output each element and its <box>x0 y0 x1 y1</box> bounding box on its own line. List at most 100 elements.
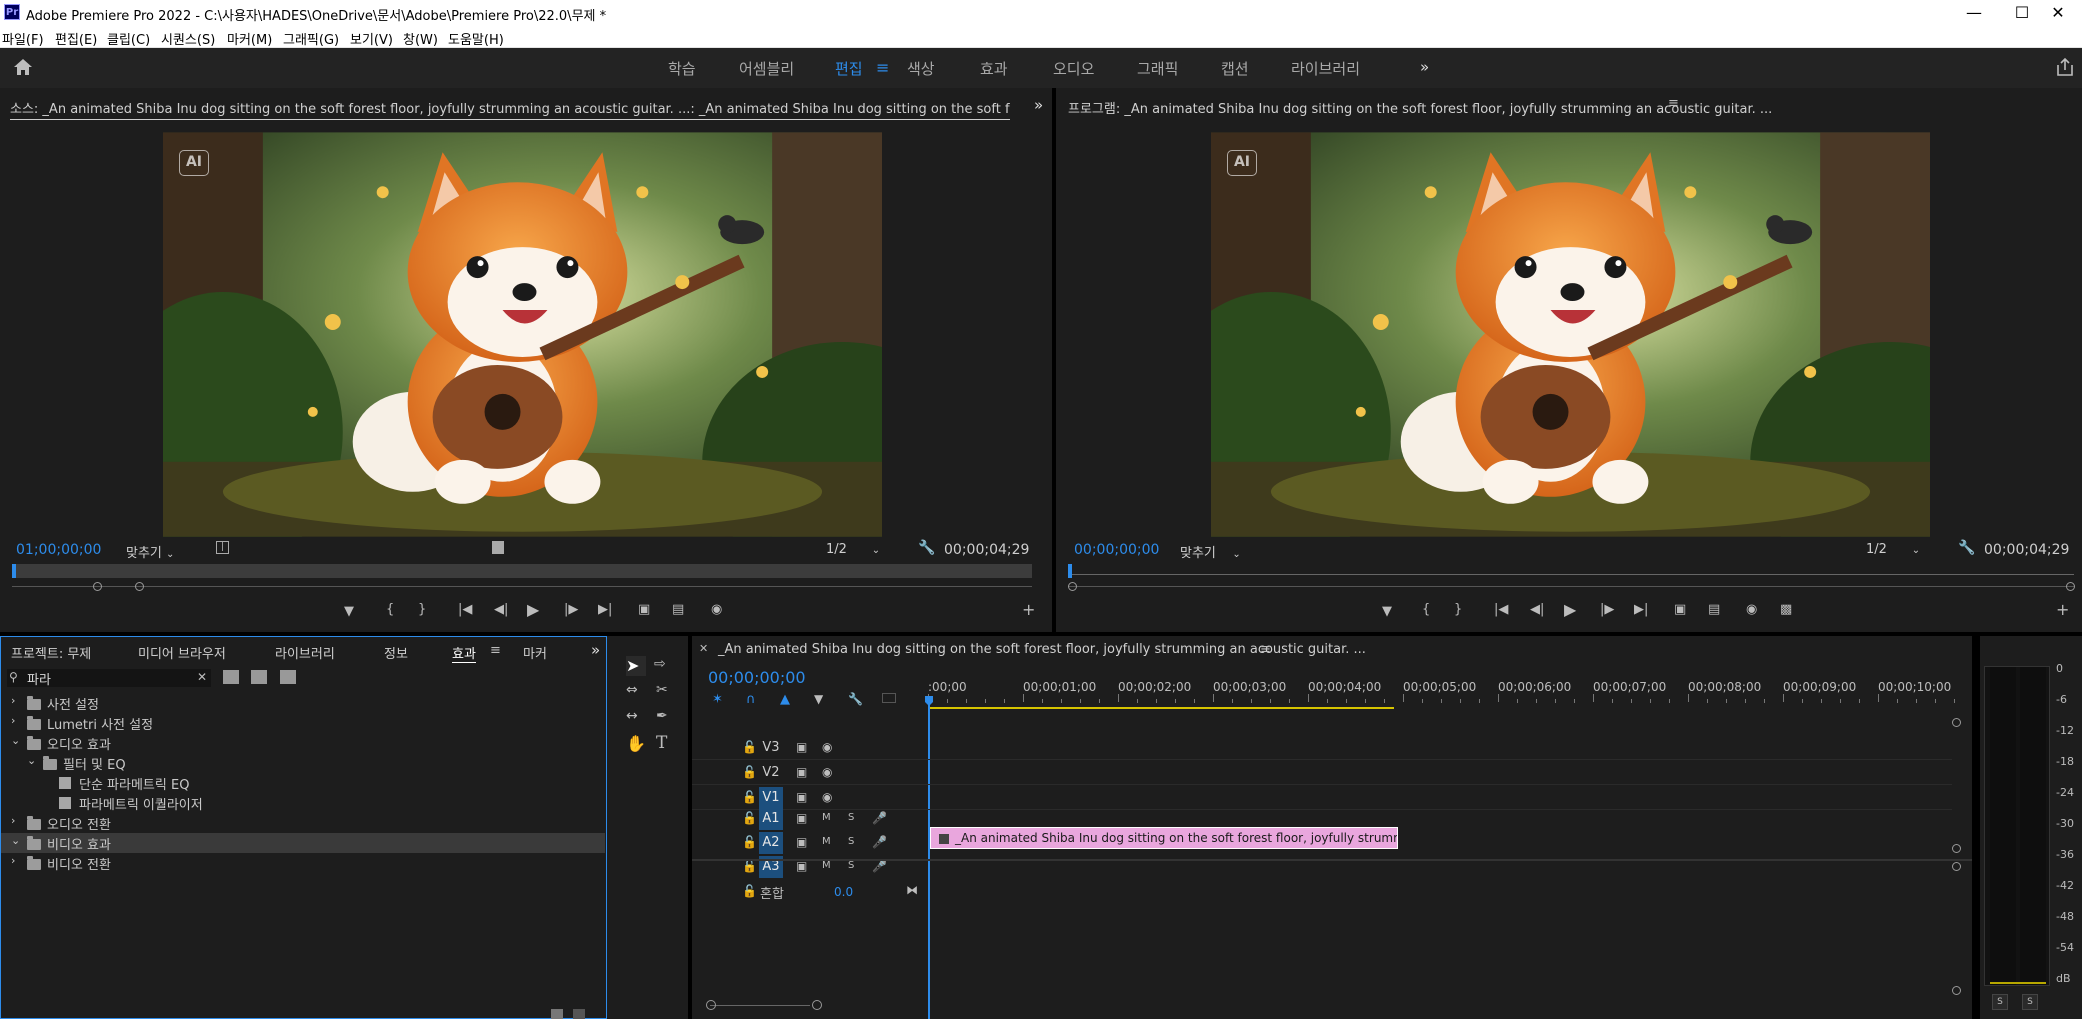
new-bin-icon[interactable] <box>551 1009 563 1019</box>
effects-tree-row[interactable]: › 오디오 전환 <box>1 813 605 833</box>
toggle-sync-lock-icon[interactable]: ▣ <box>796 765 807 779</box>
razor-tool-icon[interactable]: ✂ <box>656 682 668 698</box>
effects-tree-row[interactable]: ⌄ 필터 및 EQ <box>1 753 605 773</box>
effects-tree-row[interactable]: ⌄ 비디오 효과 <box>1 833 605 853</box>
track-lock-icon[interactable]: 🔓 <box>742 740 757 754</box>
ripple-edit-tool-icon[interactable]: ⇔ <box>626 682 638 698</box>
voice-over-record-icon[interactable]: 🎤 <box>872 835 887 849</box>
expand-arrow-closed-icon[interactable]: › <box>11 854 15 867</box>
mark-out-icon[interactable]: } <box>1454 602 1462 617</box>
toggle-sync-lock-icon[interactable]: ▣ <box>796 835 807 849</box>
expand-arrow-closed-icon[interactable]: › <box>11 714 15 727</box>
workspace-tab-libraries[interactable]: 라이브러리 <box>1291 58 1360 79</box>
program-monitor-title[interactable]: 프로그램: _An animated Shiba Inu dog sitting… <box>1068 98 1772 117</box>
effects-search-input[interactable] <box>27 669 187 687</box>
delete-icon[interactable] <box>573 1009 585 1019</box>
source-fit-dropdown[interactable]: 맞추기 ⌄ <box>126 542 174 561</box>
solo-track-button[interactable]: S <box>848 812 854 823</box>
track-label-v2[interactable]: V2 <box>759 762 783 784</box>
source-panel-expand-icon[interactable]: » <box>1034 96 1043 114</box>
toggle-output-eye-icon[interactable]: ◉ <box>822 790 832 804</box>
source-zoom-handle-left[interactable] <box>93 582 102 591</box>
program-fit-dropdown[interactable]: 맞추기 ⌄ <box>1180 542 1241 561</box>
close-icon[interactable]: ✕ <box>2034 0 2082 26</box>
track-label-a1[interactable]: A1 <box>759 808 783 830</box>
track-lock-icon[interactable]: 🔓 <box>742 790 757 804</box>
add-marker-icon[interactable]: ▼ <box>1382 604 1392 619</box>
solo-track-button[interactable]: S <box>848 836 854 847</box>
yuv-effects-icon[interactable] <box>280 670 296 684</box>
panel-tab-markers[interactable]: 마커 <box>523 643 547 662</box>
source-zoom-handle-right[interactable] <box>135 582 144 591</box>
export-frame-icon[interactable]: ◉ <box>1746 602 1757 617</box>
menu-sequence[interactable]: 시퀀스(S) <box>161 29 215 48</box>
snap-icon[interactable]: ∩ <box>746 692 756 707</box>
mute-track-button[interactable]: M <box>822 836 831 847</box>
source-current-timecode[interactable]: 01;00;00;00 <box>16 542 101 558</box>
timeline-zoom-handle-left[interactable] <box>706 1000 716 1010</box>
voice-over-record-icon[interactable]: 🎤 <box>872 859 887 873</box>
workspace-tab-assembly[interactable]: 어셈블리 <box>739 58 794 79</box>
effects-tree-row[interactable]: 파라메트릭 이퀄라이저 <box>1 793 605 813</box>
drag-audio-icon[interactable] <box>492 541 504 554</box>
program-panel-menu-icon[interactable]: ≡ <box>1668 96 1679 111</box>
program-video-frame[interactable]: AI <box>1211 132 1930 537</box>
toggle-output-eye-icon[interactable]: ◉ <box>822 740 832 754</box>
toggle-sync-lock-icon[interactable]: ▣ <box>796 740 807 754</box>
panel-tab-project[interactable]: 프로젝트: 무제 <box>11 643 91 662</box>
go-to-next-edit-icon[interactable]: ⧓ <box>906 883 918 897</box>
program-settings-wrench-icon[interactable]: 🔧 <box>1958 540 1975 556</box>
export-frame-icon[interactable]: ◉ <box>711 602 722 617</box>
program-zoom-handle-left[interactable] <box>1068 582 1077 591</box>
panel-tab-libraries[interactable]: 라이브러리 <box>275 643 335 662</box>
workspace-menu-icon[interactable]: ≡ <box>876 58 889 77</box>
track-lock-icon[interactable]: 🔓 <box>742 765 757 779</box>
mark-out-icon[interactable]: } <box>418 602 426 617</box>
go-to-out-icon[interactable]: ▶| <box>1634 602 1648 617</box>
workspace-tab-captions[interactable]: 캡션 <box>1221 58 1249 79</box>
toggle-sync-lock-icon[interactable]: ▣ <box>796 811 807 825</box>
track-label-a2[interactable]: A2 <box>759 832 783 854</box>
track-label-v3[interactable]: V3 <box>759 737 783 759</box>
mute-track-button[interactable]: M <box>822 812 831 823</box>
source-resolution-dropdown[interactable]: 1/2 ⌄ <box>826 542 880 557</box>
mix-volume-value[interactable]: 0.0 <box>834 885 853 899</box>
pen-tool-icon[interactable]: ✒ <box>656 708 668 724</box>
workspace-tab-edit[interactable]: 편집 <box>835 58 863 79</box>
toggle-sync-lock-icon[interactable]: ▣ <box>796 790 807 804</box>
voice-over-record-icon[interactable]: 🎤 <box>872 811 887 825</box>
program-zoom-bar[interactable] <box>1068 586 2074 587</box>
source-settings-wrench-icon[interactable]: 🔧 <box>918 540 935 556</box>
menu-graphics[interactable]: 그래픽(G) <box>283 29 339 48</box>
source-time-ruler[interactable] <box>12 564 1032 578</box>
effects-search-field[interactable]: ⚲ ✕ <box>7 669 211 687</box>
overwrite-icon[interactable]: ▤ <box>672 602 684 617</box>
program-playhead[interactable] <box>1068 564 1072 578</box>
expand-arrow-closed-icon[interactable]: › <box>11 694 15 707</box>
mute-track-button[interactable]: M <box>822 860 831 871</box>
expand-arrow-open-icon[interactable]: ⌄ <box>11 834 20 847</box>
play-icon[interactable]: ▶ <box>527 600 539 619</box>
workspace-tab-color[interactable]: 색상 <box>907 58 935 79</box>
panel-tab-effects[interactable]: 효과 <box>452 643 476 663</box>
toggle-sync-lock-icon[interactable]: ▣ <box>796 859 807 873</box>
share-icon[interactable] <box>2057 57 2073 76</box>
home-icon[interactable] <box>12 57 34 77</box>
video-scroll-handle-bottom[interactable] <box>1952 844 1961 853</box>
nest-sequence-icon[interactable]: ✶ <box>712 692 723 707</box>
step-forward-icon[interactable]: |▶ <box>564 602 578 617</box>
program-resolution-dropdown[interactable]: 1/2 ⌄ <box>1866 542 1920 557</box>
minimize-icon[interactable]: — <box>1950 0 1998 26</box>
menu-view[interactable]: 보기(V) <box>350 29 393 48</box>
solo-right-button[interactable]: S <box>2022 994 2038 1010</box>
go-to-in-icon[interactable]: |◀ <box>1494 602 1508 617</box>
program-current-timecode[interactable]: 00;00;00;00 <box>1074 542 1159 558</box>
more-workspaces-icon[interactable]: » <box>1420 58 1429 76</box>
timeline-settings-wrench-icon[interactable]: 🔧 <box>848 692 863 706</box>
captions-icon[interactable] <box>882 693 896 703</box>
menu-marker[interactable]: 마커(M) <box>227 29 272 48</box>
program-zoom-handle-right[interactable] <box>2066 582 2075 591</box>
drag-video-icon[interactable]: | <box>216 541 229 554</box>
insert-icon[interactable]: ▣ <box>638 602 650 617</box>
video-audio-divider[interactable] <box>692 859 1972 861</box>
